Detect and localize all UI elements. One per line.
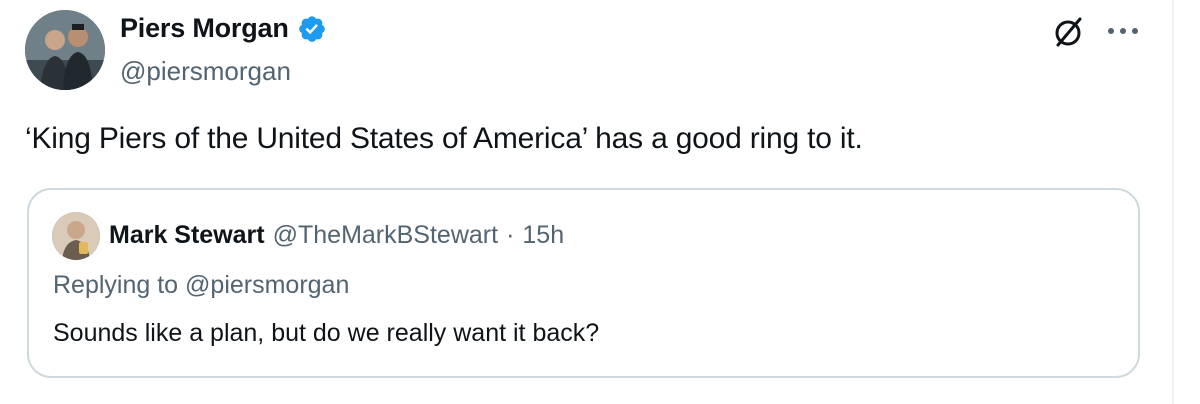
quoted-tweet-header: Mark Stewart @TheMarkBStewart · 15h [109,221,564,250]
replying-to-prefix: Replying to [53,271,186,299]
quoted-author-handle[interactable]: @TheMarkBStewart [273,221,498,250]
tweet: Piers Morgan @piersmorgan ‘King Piers of… [0,0,1200,404]
author-name-row: Piers Morgan [120,13,327,44]
grok-icon[interactable] [1050,14,1086,50]
more-icon[interactable] [1105,24,1141,36]
quoted-author-name[interactable]: Mark Stewart [109,221,265,250]
author-avatar[interactable] [25,10,105,90]
replying-to-handle[interactable]: @piersmorgan [185,271,349,299]
author-name[interactable]: Piers Morgan [120,13,289,44]
dot-separator: · [506,221,515,249]
tweet-text: ‘King Piers of the United States of Amer… [25,122,863,155]
quoted-author-avatar[interactable] [52,212,100,260]
quoted-tweet-text: Sounds like a plan, but do we really wan… [53,319,600,347]
author-handle[interactable]: @piersmorgan [120,56,291,87]
replying-to-line: Replying to @piersmorgan [53,271,349,300]
column-divider [1172,0,1174,404]
quoted-tweet-timestamp[interactable]: 15h [522,221,564,250]
verified-badge-icon [297,14,327,44]
quoted-tweet-card[interactable]: Mark Stewart @TheMarkBStewart · 15h Repl… [27,188,1140,378]
